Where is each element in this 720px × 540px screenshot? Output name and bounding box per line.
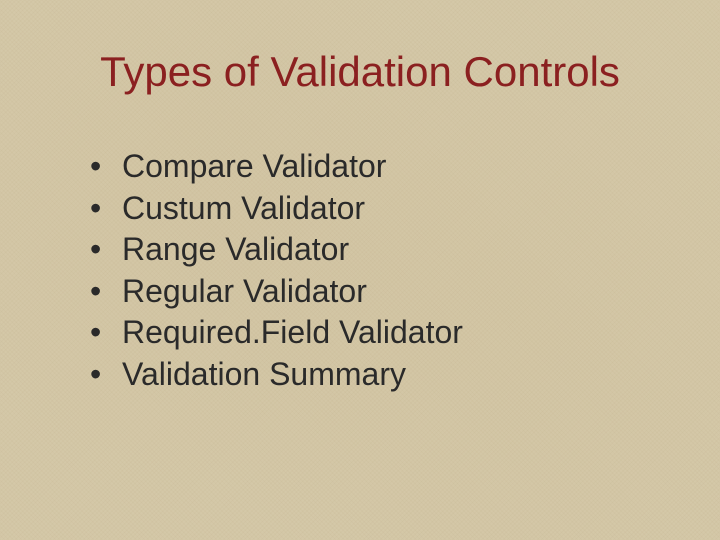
list-item: Regular Validator — [90, 271, 660, 313]
list-item: Custum Validator — [90, 188, 660, 230]
slide-container: Types of Validation Controls Compare Val… — [0, 0, 720, 540]
list-item: Validation Summary — [90, 354, 660, 396]
list-item: Compare Validator — [90, 146, 660, 188]
slide-title: Types of Validation Controls — [60, 48, 660, 96]
list-item: Range Validator — [90, 229, 660, 271]
list-item: Required.Field Validator — [90, 312, 660, 354]
bullet-list: Compare Validator Custum Validator Range… — [60, 146, 660, 396]
